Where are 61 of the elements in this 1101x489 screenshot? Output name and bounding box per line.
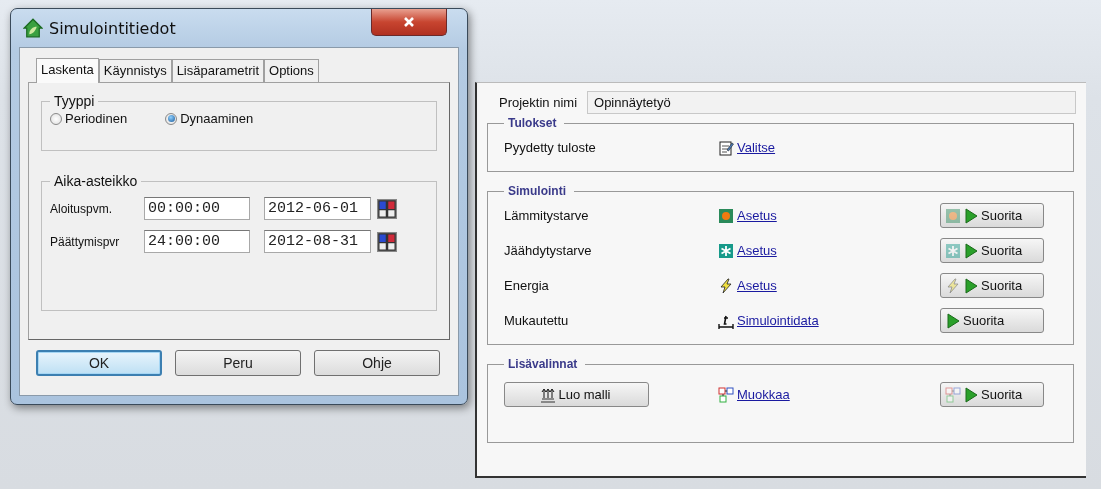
radio-button[interactable] [50,112,62,125]
link[interactable]: Muokkaa [737,387,790,402]
tab[interactable]: Laskenta [36,58,99,83]
run-button[interactable]: Suorita [940,273,1044,298]
lightning-icon [718,277,734,294]
row-label: Energia [504,278,549,293]
section-title: Simulointi [507,184,567,198]
play-icon [945,312,961,329]
run-button[interactable]: Suorita [940,203,1044,228]
dialog-button[interactable]: Peru [175,350,301,376]
link[interactable]: Asetus [737,208,777,223]
link[interactable]: Valitse [737,140,776,155]
date-field[interactable]: 2012-06-01 [264,197,371,220]
link[interactable]: Simulointidata [737,313,819,328]
close-button[interactable] [371,9,447,36]
diagram-icon [945,386,961,403]
tab[interactable]: Lisäparametrit [171,59,264,82]
create-model-button[interactable]: Luo malli [504,382,649,407]
run-button[interactable]: Suorita [940,238,1044,263]
lightning-icon [945,277,961,294]
tab[interactable]: Käynnistys [98,59,172,82]
notepad-icon [718,139,734,156]
row-label: Jäähdytystarve [504,243,592,258]
row-label: Pyydetty tuloste [504,140,596,155]
snowflake-icon [718,242,734,259]
diagram-icon [718,386,734,403]
section-title: Lisävalinnat [507,357,579,371]
radio-label[interactable]: Periodinen [65,111,128,126]
time-field[interactable]: 24:00:00 [144,230,250,253]
dialog-button[interactable]: Ohje [314,350,440,376]
snowflake-icon [945,242,961,259]
link[interactable]: Asetus [737,278,777,293]
dialog-button[interactable]: OK [36,350,162,376]
run-button[interactable]: Suorita [940,382,1044,407]
date-field[interactable]: 2012-08-31 [264,230,371,253]
model-icon [540,386,557,403]
window-title: Simulointitiedot [49,18,176,38]
play-icon [963,207,979,224]
heating-icon [718,207,734,224]
play-icon [963,277,979,294]
field-label: Päättymispvr [50,234,121,249]
heating-icon [945,207,961,224]
calendar-icon [377,198,397,219]
row-label: Lämmitystarve [504,208,589,223]
radio-label[interactable]: Dynaaminen [180,111,254,126]
field-label: Projektin nimi [499,95,578,110]
calendar-icon [377,231,397,252]
house-icon [23,18,43,38]
link[interactable]: Asetus [737,243,777,258]
play-icon [963,242,979,259]
play-icon [963,386,979,403]
project-name-field[interactable]: Opinnäytetyö [587,91,1076,114]
section-title: Tulokset [507,116,558,130]
tab[interactable]: Options [264,59,319,82]
time-field[interactable]: 00:00:00 [144,197,250,220]
radio-button[interactable] [165,112,178,125]
group-label: Tyyppi [53,93,96,109]
row-label: Mukautettu [504,313,569,328]
run-button[interactable]: Suorita [940,308,1044,333]
field-label: Aloituspvm. [50,201,114,216]
group-label: Aika-asteikko [53,173,139,189]
